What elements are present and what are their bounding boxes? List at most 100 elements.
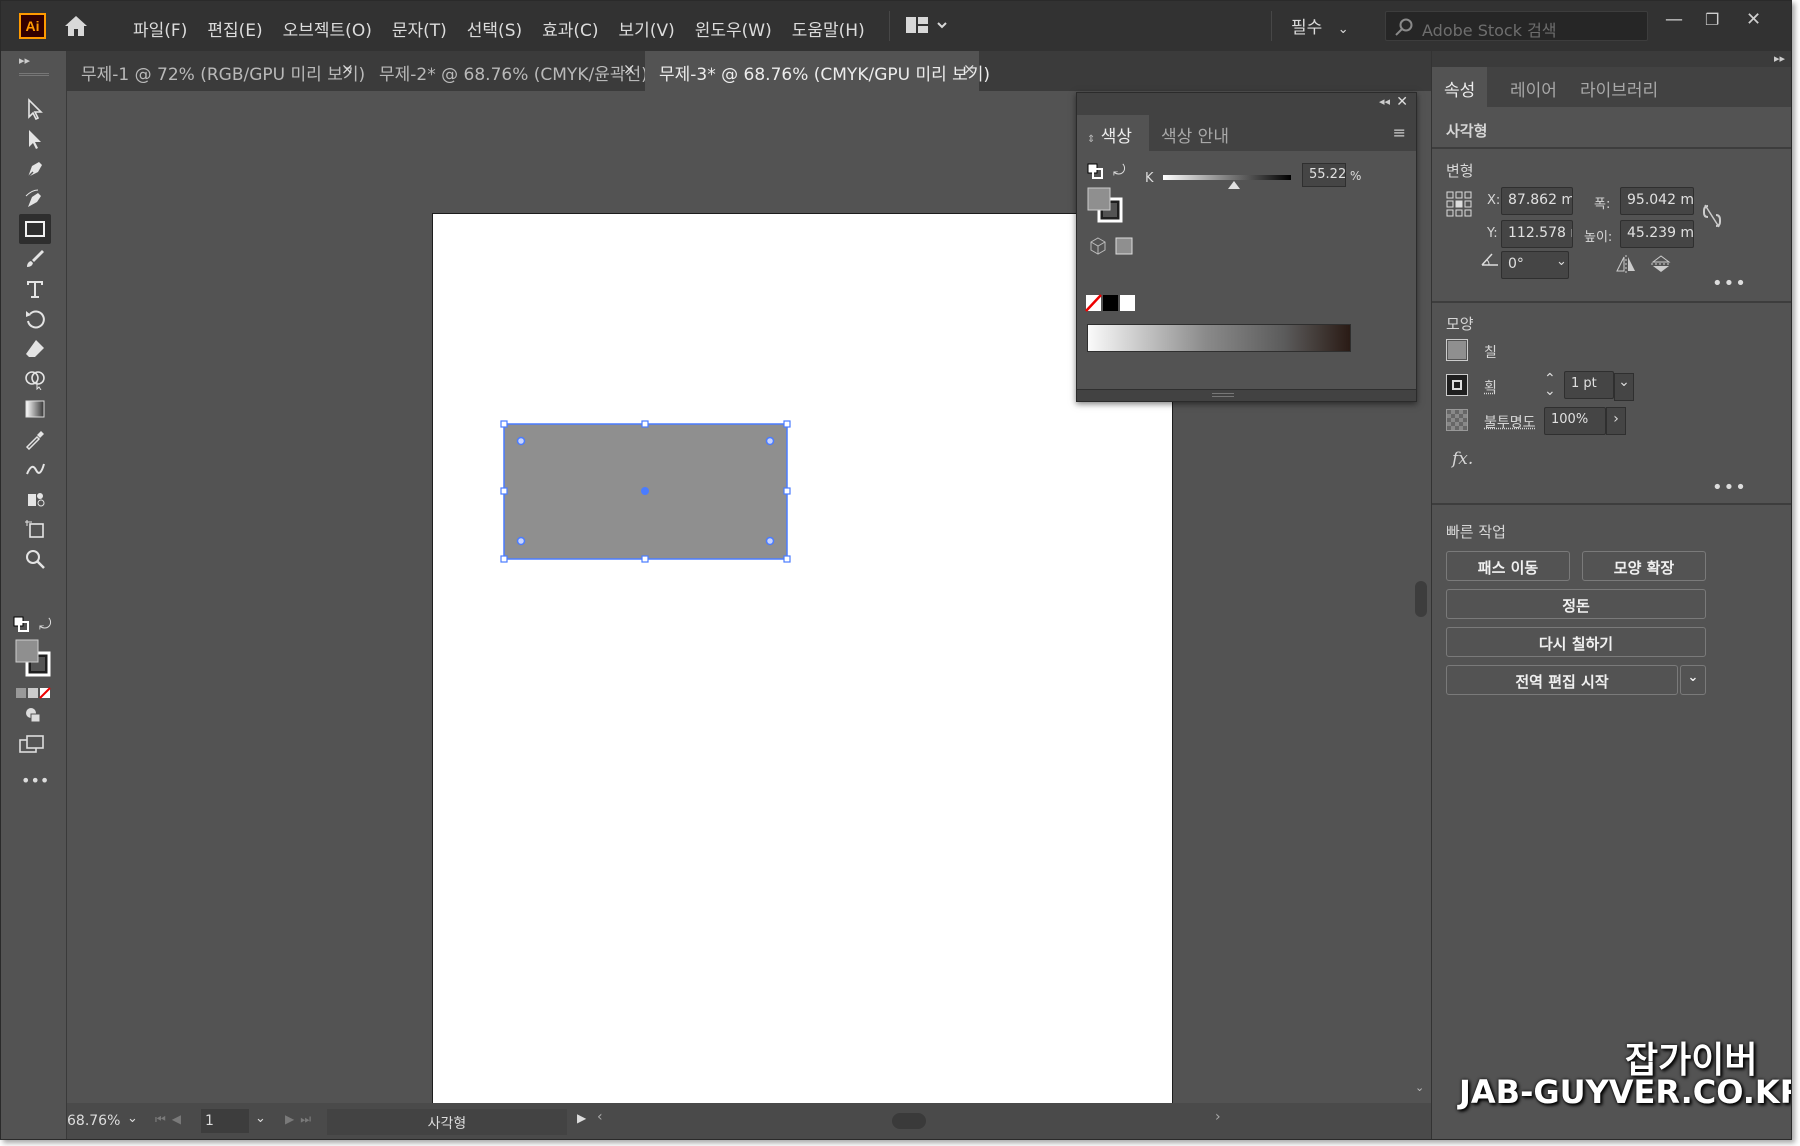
start-global-edit-button[interactable]: 전역 편집 시작 xyxy=(1446,665,1678,695)
menu-file[interactable]: 파일(F) xyxy=(133,16,187,41)
constrain-proportions-icon[interactable] xyxy=(1702,203,1722,233)
slider-thumb[interactable] xyxy=(1228,181,1240,189)
swap-fill-stroke-icon[interactable]: ⤾ xyxy=(39,615,52,633)
fill-stroke-swatch[interactable] xyxy=(1087,187,1123,227)
k-value-field[interactable]: 55.22 xyxy=(1302,163,1346,187)
rectangle-tool-icon[interactable] xyxy=(19,214,51,244)
tab-document-2[interactable]: 무제-2* @ 68.76% (CMYK/윤곽선) × xyxy=(365,51,648,91)
first-prev-artboard-icon[interactable]: ⏮◀ xyxy=(155,1112,187,1127)
pen-tool-icon[interactable] xyxy=(19,154,51,184)
fill-label[interactable]: 칠 xyxy=(1484,342,1497,362)
selected-rectangle[interactable] xyxy=(500,420,805,578)
reference-point-icon[interactable] xyxy=(1446,191,1472,221)
artboard-dropdown-icon[interactable]: ⌄ xyxy=(255,1111,266,1126)
stroke-weight-field[interactable]: 1 pt xyxy=(1564,371,1614,399)
menu-object[interactable]: 오브젝트(O) xyxy=(283,16,372,41)
height-field[interactable]: 45.239 mm xyxy=(1620,220,1694,248)
direct-selection-tool-icon[interactable] xyxy=(19,124,51,154)
menu-help[interactable]: 도움말(H) xyxy=(792,16,865,41)
expand-panel-icon[interactable]: ▸▸ xyxy=(19,54,30,67)
gradient-tool-icon[interactable] xyxy=(19,394,51,424)
x-field[interactable]: 87.862 mm xyxy=(1501,187,1573,215)
close-tab-icon[interactable]: × xyxy=(341,60,354,78)
tab-document-1[interactable]: 무제-1 @ 72% (RGB/GPU 미리 보기) × xyxy=(67,51,365,91)
type-tool-icon[interactable] xyxy=(19,274,51,304)
close-tab-icon[interactable]: × xyxy=(963,60,976,78)
curvature-tool-icon[interactable] xyxy=(19,184,51,214)
opacity-label[interactable]: 불투명도 xyxy=(1484,412,1536,432)
artboard[interactable] xyxy=(432,213,1173,1139)
opacity-field[interactable]: 100% xyxy=(1544,407,1606,435)
angle-dropdown-icon[interactable]: ⌄ xyxy=(1556,254,1567,269)
panel-menu-icon[interactable]: ≡ xyxy=(1393,123,1406,142)
default-fill-stroke-icon[interactable] xyxy=(13,616,29,636)
menu-view[interactable]: 보기(V) xyxy=(619,16,675,41)
recolor-button[interactable]: 다시 칠하기 xyxy=(1446,627,1706,657)
closest-color-swatch[interactable] xyxy=(1115,237,1133,259)
tab-color[interactable]: ⇕ 색상 xyxy=(1077,115,1149,151)
stroke-label[interactable]: 획 xyxy=(1484,377,1497,397)
selection-tool-icon[interactable] xyxy=(19,94,51,124)
close-panel-icon[interactable]: ✕ xyxy=(1396,94,1408,110)
tab-document-3[interactable]: 무제-3* @ 68.76% (CMYK/GPU 미리 보기) × xyxy=(645,51,990,91)
width-field[interactable]: 95.042 mm xyxy=(1620,187,1694,215)
default-fill-stroke-icon[interactable] xyxy=(1087,163,1103,183)
edit-toolbar-icon[interactable]: ••• xyxy=(21,771,49,790)
y-field[interactable]: 112.578 mm xyxy=(1501,220,1573,248)
adobe-stock-search[interactable]: Adobe Stock 검색 xyxy=(1385,11,1648,41)
tab-color-guide[interactable]: 색상 안내 xyxy=(1151,115,1251,151)
tab-libraries[interactable]: 라이브러리 xyxy=(1568,67,1670,107)
draw-mode-icon[interactable] xyxy=(25,707,41,727)
color-spectrum-bar[interactable] xyxy=(1087,324,1351,352)
menu-window[interactable]: 윈도우(W) xyxy=(695,16,772,41)
none-black-white-swatches[interactable] xyxy=(1085,294,1137,316)
artboard-tool-icon[interactable] xyxy=(19,514,51,544)
workspace-switcher[interactable]: 필수 ⌄ xyxy=(1291,13,1349,38)
panel-header[interactable]: ◂◂ ✕ xyxy=(1077,93,1416,115)
minimize-icon[interactable]: — xyxy=(1665,9,1683,30)
expand-dock-icon[interactable]: ▸▸ xyxy=(1774,52,1785,65)
shape-builder-tool-icon[interactable] xyxy=(19,364,51,394)
k-slider[interactable] xyxy=(1163,169,1293,191)
rotate-tool-icon[interactable] xyxy=(19,304,51,334)
arrange-button[interactable]: 정돈 xyxy=(1446,589,1706,619)
resize-grip[interactable] xyxy=(1212,393,1234,397)
flip-vertical-icon[interactable] xyxy=(1651,255,1671,277)
stroke-swatch[interactable] xyxy=(1446,374,1468,396)
menu-type[interactable]: 문자(T) xyxy=(392,16,447,41)
home-icon[interactable] xyxy=(63,14,89,38)
swap-fill-stroke-icon[interactable]: ⤾ xyxy=(1113,161,1126,179)
fill-stroke-indicator[interactable] xyxy=(15,639,55,681)
flip-horizontal-icon[interactable] xyxy=(1616,255,1636,277)
paintbrush-tool-icon[interactable] xyxy=(19,244,51,274)
menu-edit[interactable]: 편집(E) xyxy=(207,16,262,41)
stroke-weight-stepper-icon[interactable]: ⌃ ⌄ xyxy=(1544,372,1556,398)
panel-grip[interactable] xyxy=(19,73,49,76)
eraser-tool-icon[interactable] xyxy=(19,334,51,364)
close-tab-icon[interactable]: × xyxy=(623,60,636,78)
out-of-gamut-icon[interactable] xyxy=(1089,237,1107,259)
eyedropper-tool-icon[interactable] xyxy=(19,424,51,454)
collapse-panel-icon[interactable]: ◂◂ xyxy=(1379,95,1390,108)
fill-swatch[interactable] xyxy=(1446,339,1468,361)
panel-resize-bar[interactable] xyxy=(1077,389,1416,401)
next-last-artboard-icon[interactable]: ▶⏭ xyxy=(285,1112,317,1127)
status-menu-icon[interactable]: ▶ xyxy=(577,1111,586,1125)
offset-path-button[interactable]: 패스 이동 xyxy=(1446,551,1570,581)
menu-select[interactable]: 선택(S) xyxy=(467,16,522,41)
stroke-weight-dropdown-icon[interactable]: ⌄ xyxy=(1614,373,1634,401)
zoom-dropdown-icon[interactable]: ⌄ xyxy=(127,1111,138,1126)
scrollbar-thumb[interactable] xyxy=(1415,581,1427,617)
expand-shape-button[interactable]: 모양 확장 xyxy=(1582,551,1706,581)
artboard-number-field[interactable]: 1 xyxy=(201,1109,249,1133)
more-appearance-options-icon[interactable]: ••• xyxy=(1712,477,1747,498)
blend-tool-icon[interactable] xyxy=(19,454,51,484)
screen-mode-icon[interactable] xyxy=(19,735,45,759)
maximize-icon[interactable]: ❐ xyxy=(1705,10,1719,29)
global-edit-dropdown-icon[interactable]: ⌄ xyxy=(1680,665,1706,695)
horizontal-scrollbar-thumb[interactable] xyxy=(892,1113,926,1129)
scroll-left-icon[interactable]: ‹ xyxy=(597,1109,603,1125)
tab-layers[interactable]: 레이어 xyxy=(1498,67,1569,107)
arrange-documents-icon[interactable] xyxy=(906,15,950,37)
scroll-right-icon[interactable]: › xyxy=(1215,1109,1221,1125)
